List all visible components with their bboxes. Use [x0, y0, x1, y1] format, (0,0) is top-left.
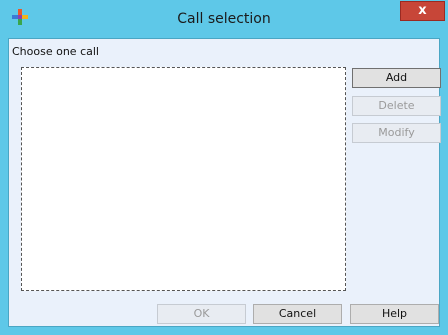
call-list[interactable]	[21, 67, 346, 291]
window-title: Call selection	[177, 11, 271, 27]
add-button[interactable]: Add	[352, 68, 441, 88]
modify-button[interactable]: Modify	[352, 123, 441, 143]
ok-button[interactable]: OK	[157, 304, 246, 324]
close-button[interactable]: x	[400, 1, 445, 21]
delete-button[interactable]: Delete	[352, 96, 441, 116]
cancel-button[interactable]: Cancel	[253, 304, 342, 324]
close-icon: x	[418, 3, 427, 18]
choose-call-label: Choose one call	[12, 45, 99, 58]
dialog-window: Call selection x Choose one call Add Del…	[0, 0, 448, 335]
title-bar[interactable]: Call selection x	[0, 0, 448, 38]
help-button[interactable]: Help	[350, 304, 439, 324]
